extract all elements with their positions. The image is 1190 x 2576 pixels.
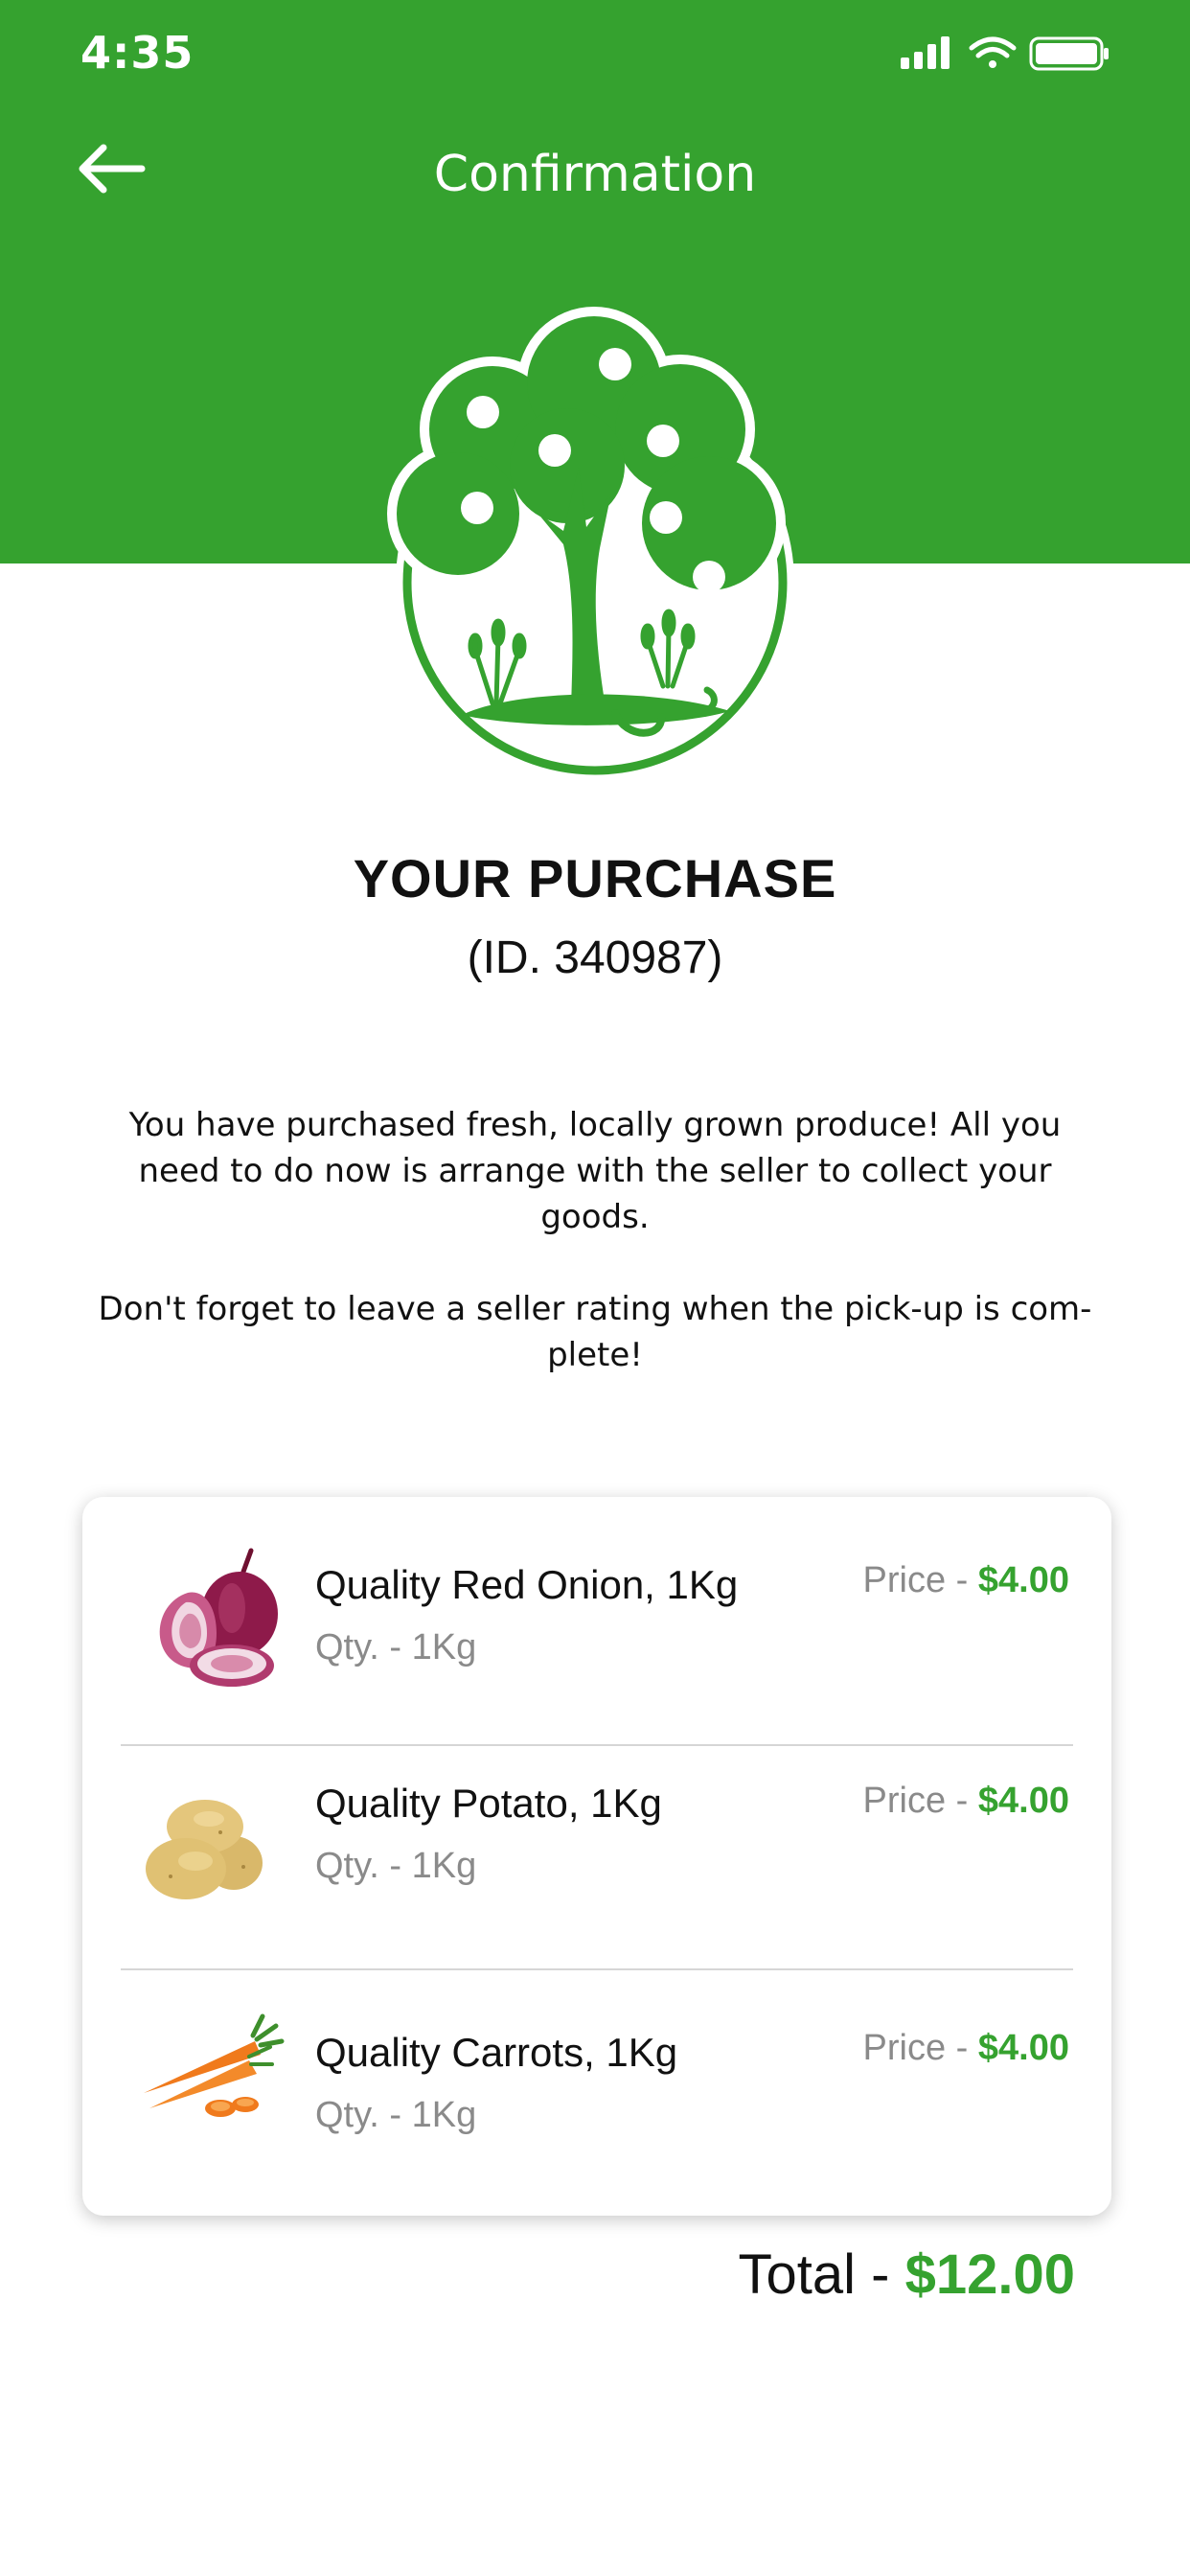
order-total: Total - $12.00 — [739, 2242, 1075, 2307]
list-item[interactable]: Quality Carrots, 1Kg Qty. - 1Kg Price - … — [82, 1968, 1111, 2193]
confirmation-message: You have purchased fresh, locally grown … — [86, 1102, 1104, 1424]
red-onion-image — [159, 1548, 278, 1687]
item-name: Quality Red Onion, 1Kg — [315, 1562, 739, 1607]
purchase-id: (ID. 340987) — [467, 932, 723, 983]
price-label: Price - — [862, 1560, 978, 1600]
price-label: Price - — [862, 2028, 978, 2068]
list-item[interactable]: Quality Potato, 1Kg Qty. - 1Kg Price - $… — [82, 1721, 1111, 1945]
status-time: 4:35 — [80, 27, 195, 79]
status-icons — [901, 36, 1109, 71]
item-price: Price - $4.00 — [863, 2028, 1069, 2069]
order-items-card: Quality Red Onion, 1Kg Qty. - 1Kg Price … — [82, 1497, 1111, 2216]
item-quantity: Qty. - 1Kg — [315, 1627, 477, 1668]
signal-icon — [901, 36, 950, 69]
tree-logo — [387, 307, 794, 782]
list-item[interactable]: Quality Red Onion, 1Kg Qty. - 1Kg Price … — [82, 1497, 1111, 1721]
battery-icon — [1029, 36, 1109, 71]
item-name: Quality Potato, 1Kg — [315, 1781, 662, 1826]
price-label: Price - — [862, 1781, 978, 1821]
item-price: Price - $4.00 — [863, 1781, 1069, 1822]
price-amount: $4.00 — [977, 2028, 1069, 2068]
purchase-title: YOUR PURCHASE — [353, 848, 837, 908]
item-name: Quality Carrots, 1Kg — [315, 2030, 678, 2075]
message-paragraph: You have purchased fresh, locally grown … — [128, 1106, 1062, 1236]
page-title: Confirmation — [433, 146, 757, 203]
potato-image — [146, 1800, 263, 1899]
item-quantity: Qty. - 1Kg — [315, 1846, 477, 1886]
item-quantity: Qty. - 1Kg — [315, 2095, 477, 2135]
total-label: Total - — [738, 2243, 905, 2306]
price-amount: $4.00 — [977, 1781, 1069, 1821]
price-amount: $4.00 — [977, 1560, 1069, 1600]
total-amount: $12.00 — [904, 2243, 1075, 2306]
wifi-icon — [969, 36, 1017, 68]
message-paragraph: Don't forget to leave a seller rating wh… — [98, 1290, 1092, 1374]
item-price: Price - $4.00 — [863, 1560, 1069, 1601]
carrot-image — [144, 2013, 285, 2117]
